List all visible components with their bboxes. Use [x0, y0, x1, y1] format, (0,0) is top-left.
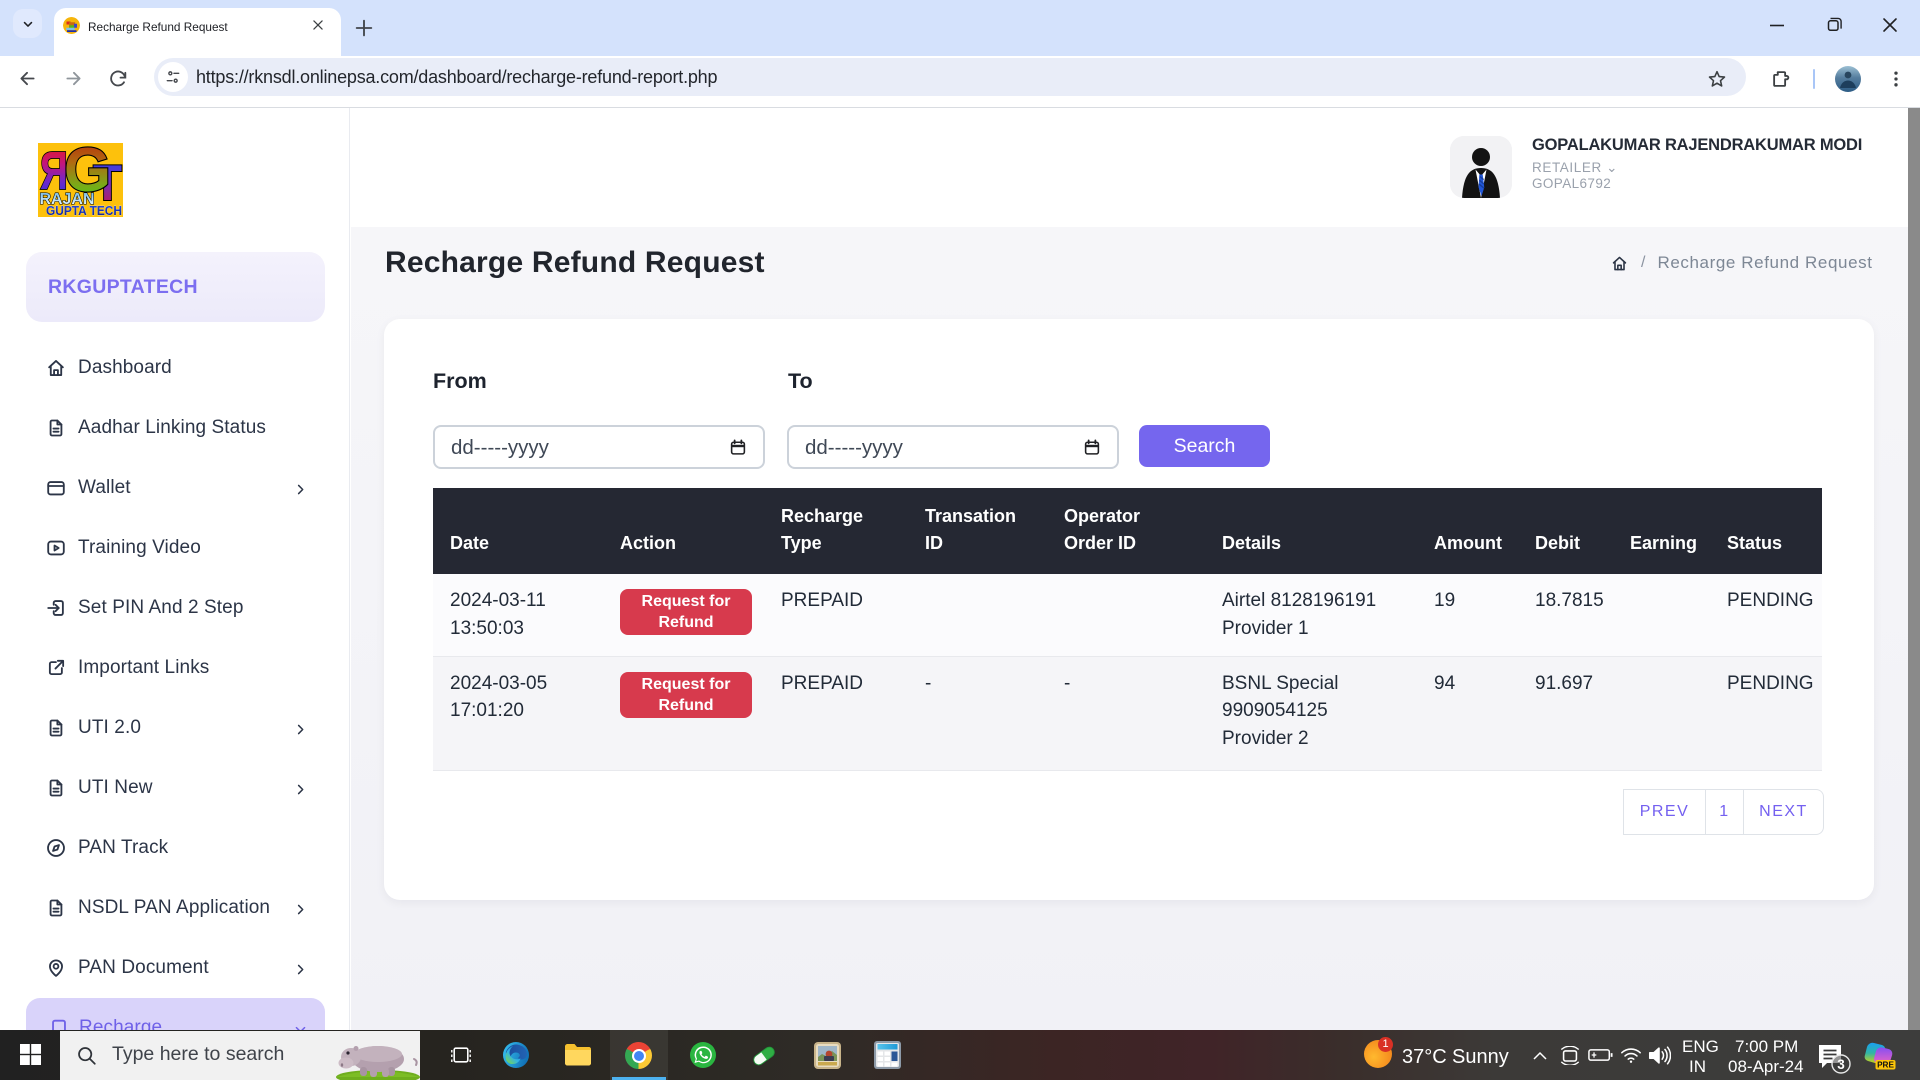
svg-text:PRE: PRE [1877, 1061, 1894, 1070]
svg-text:3: 3 [1837, 1057, 1845, 1072]
svg-text:GUPTA TECH: GUPTA TECH [46, 203, 122, 217]
